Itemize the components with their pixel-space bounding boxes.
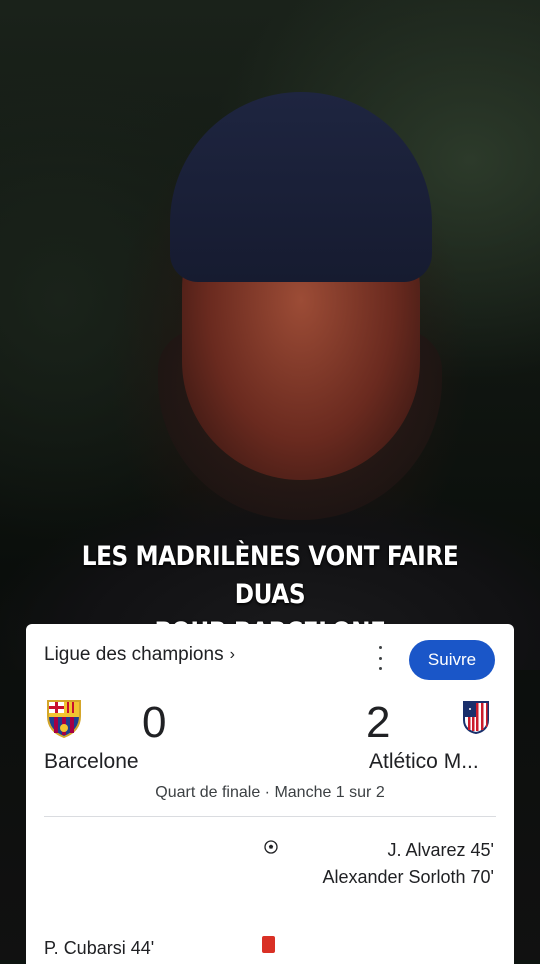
fc-barcelona-crest-icon: [47, 700, 81, 738]
caption-line-1: LES MADRILÈNES VONT FAIRE DUAS: [81, 541, 459, 610]
atletico-madrid-crest-icon: [463, 701, 489, 734]
more-options-icon[interactable]: [370, 646, 390, 670]
away-team-name[interactable]: Atlético M...: [369, 750, 479, 774]
away-goal-event: Alexander Sorloth 70': [322, 867, 494, 887]
soccer-ball-icon: [264, 840, 278, 854]
home-card-event: P. Cubarsi 44': [44, 938, 155, 958]
competition-link[interactable]: Ligue des champions ›: [44, 644, 235, 666]
chevron-right-icon: ›: [229, 646, 235, 663]
divider: [44, 816, 496, 817]
competition-label: Ligue des champions: [44, 644, 224, 665]
red-card-icon: [262, 936, 275, 953]
match-card: Ligue des champions › Suivre 0 2 Barcelo…: [26, 624, 514, 964]
away-goal-event: J. Alvarez 45': [387, 840, 495, 860]
home-team-name[interactable]: Barcelone: [44, 750, 139, 774]
away-score: 2: [366, 698, 391, 747]
home-score: 0: [142, 698, 167, 747]
follow-button[interactable]: Suivre: [409, 640, 495, 680]
match-stage: Quart de finale · Manche 1 sur 2: [155, 784, 385, 801]
